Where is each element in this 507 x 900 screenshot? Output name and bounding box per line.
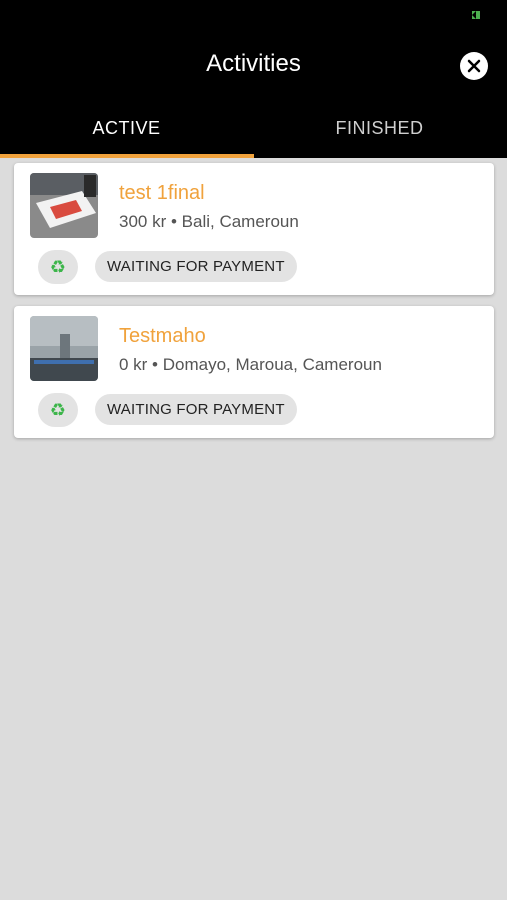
- battery-icon: [470, 8, 482, 20]
- activity-title: Testmaho: [119, 325, 206, 347]
- activity-thumbnail: [30, 173, 98, 238]
- tab-indicator: [0, 154, 254, 158]
- activity-subtitle: 300 kr • Bali, Cameroun: [119, 212, 299, 231]
- close-icon: [467, 59, 481, 73]
- activity-subtitle: 0 kr • Domayo, Maroua, Cameroun: [119, 355, 382, 374]
- tab-active[interactable]: ACTIVE: [0, 118, 253, 139]
- page-title: Activities: [206, 50, 301, 77]
- tab-finished[interactable]: FINISHED: [253, 118, 506, 139]
- recycle-icon: ♻: [49, 399, 67, 420]
- close-button[interactable]: [460, 52, 488, 80]
- status-badge: WAITING FOR PAYMENT: [95, 251, 297, 282]
- recycle-button[interactable]: ♻: [38, 393, 78, 427]
- activity-title: test 1final: [119, 182, 205, 204]
- activity-card[interactable]: test 1final 300 kr • Bali, Cameroun ♻ WA…: [14, 163, 494, 295]
- app-header: Activities ACTIVE FINISHED: [0, 0, 507, 158]
- recycle-button[interactable]: ♻: [38, 250, 78, 284]
- activity-thumbnail: [30, 316, 98, 381]
- recycle-icon: ♻: [49, 256, 67, 277]
- activity-card[interactable]: Testmaho 0 kr • Domayo, Maroua, Cameroun…: [14, 306, 494, 438]
- status-badge: WAITING FOR PAYMENT: [95, 394, 297, 425]
